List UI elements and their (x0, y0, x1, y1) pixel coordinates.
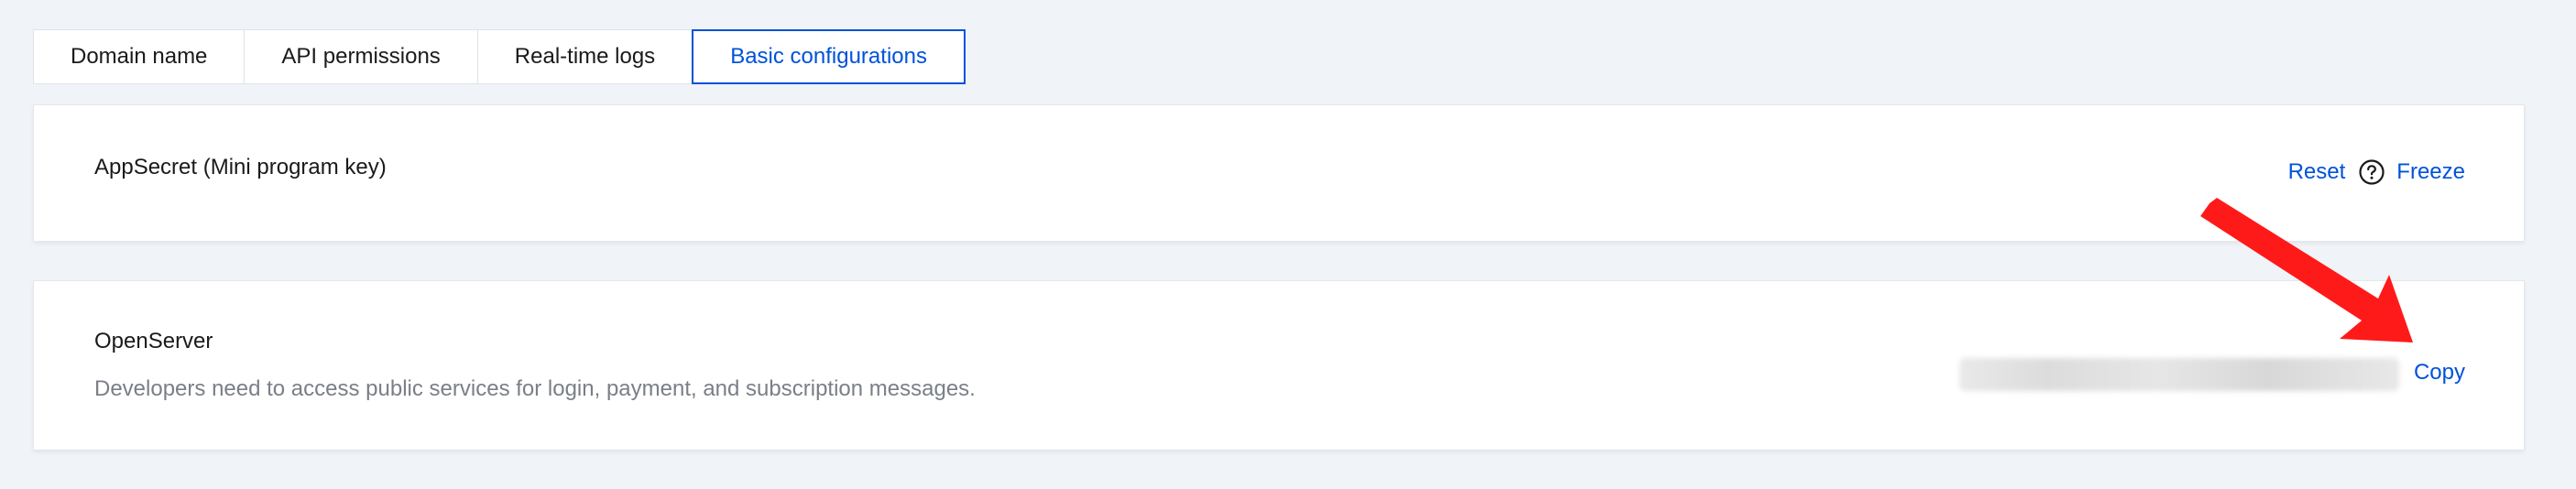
question-circle-icon[interactable] (2358, 158, 2385, 186)
tab-real-time-logs[interactable]: Real-time logs (476, 29, 693, 84)
openserver-title: OpenServer (94, 329, 213, 353)
appsecret-actions: Reset Freeze (2288, 158, 2465, 186)
freeze-link[interactable]: Freeze (2396, 159, 2465, 185)
tab-bar: Domain name API permissions Real-time lo… (33, 29, 966, 84)
appsecret-card: AppSecret (Mini program key) Reset Freez… (33, 104, 2525, 242)
openserver-description: Developers need to access public service… (94, 376, 976, 401)
tab-api-permissions[interactable]: API permissions (244, 29, 478, 84)
redacted-value (1959, 358, 2399, 391)
appsecret-title: AppSecret (Mini program key) (94, 155, 387, 179)
reset-link[interactable]: Reset (2288, 159, 2346, 185)
copy-link[interactable]: Copy (2414, 360, 2465, 386)
openserver-card: OpenServer Developers need to access pub… (33, 280, 2525, 451)
tab-domain-name[interactable]: Domain name (33, 29, 246, 84)
tab-basic-configurations[interactable]: Basic configurations (692, 29, 966, 84)
